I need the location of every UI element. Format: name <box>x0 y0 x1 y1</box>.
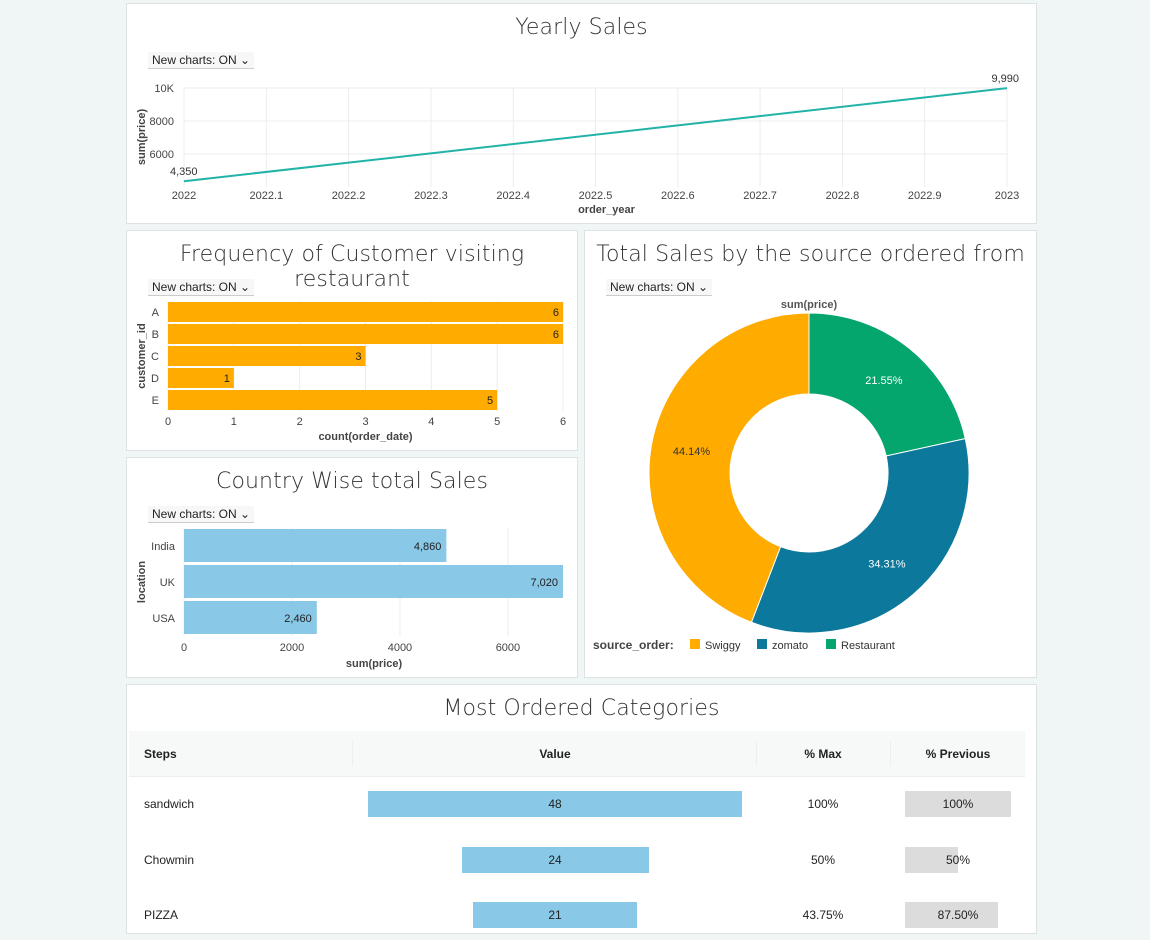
x-tick-label: 6000 <box>496 642 520 654</box>
x-tick-label: 2022.1 <box>249 190 283 202</box>
y-tick-label: A <box>152 307 160 319</box>
bar-value-label: 1 <box>224 373 230 385</box>
y-tick-label: 10K <box>154 83 174 95</box>
table-header-cell[interactable]: Value <box>495 747 615 761</box>
yearly-sales-chart: 2022 2022.1 2022.2 2022.3 2022.4 2022.5 2022.6… <box>136 73 1019 216</box>
value-cell: 21 <box>548 908 562 922</box>
bar <box>184 565 563 598</box>
table-row: PIZZA 21 43.75% 87.50% <box>127 900 1027 940</box>
x-tick-label: 2 <box>297 416 303 428</box>
table-row: sandwich 48 100% 100% <box>127 789 1027 829</box>
y-tick-label: D <box>151 373 159 385</box>
pct-max-cell: 100% <box>807 797 839 811</box>
legend-swatch <box>757 639 767 649</box>
bar-value-label: 7,020 <box>530 577 558 589</box>
x-axis-label: count(order_date) <box>318 431 412 443</box>
x-tick-label: 2022.7 <box>743 190 777 202</box>
x-tick-label: 4000 <box>388 642 412 654</box>
bar <box>184 529 447 562</box>
x-tick-label: 0 <box>181 642 187 654</box>
step-cell: Chowmin <box>144 853 195 867</box>
pct-max-cell: 43.75% <box>802 908 844 922</box>
y-axis-label: customer_id <box>136 323 148 388</box>
country-chart: 0 2000 4000 6000 India 4,860 UK 7,020 USA 2,460 su… <box>136 528 563 670</box>
table-row: Chowmin 24 50% 50% <box>127 845 1027 885</box>
value-cell: 48 <box>548 797 562 811</box>
y-tick-label: UK <box>160 577 176 589</box>
legend-swatch <box>690 639 700 649</box>
pct-previous-cell: 50% <box>945 853 971 867</box>
legend-label: Restaurant <box>841 640 895 652</box>
bar <box>168 390 498 410</box>
slice-label: 21.55% <box>865 375 903 387</box>
bar-value-label: 5 <box>487 395 493 407</box>
x-tick-label: 2022 <box>172 190 196 202</box>
frequency-chart: 0 1 2 3 4 5 6 A 6 B 6 C 3 D 1 E 5 count(order_date) custom… <box>136 301 566 443</box>
y-tick-label: 6000 <box>150 149 174 161</box>
x-tick-label: 1 <box>231 416 237 428</box>
x-axis-label: order_year <box>578 204 636 216</box>
x-tick-label: 0 <box>165 416 171 428</box>
legend-title: source_order: <box>593 638 674 652</box>
x-tick-label: 2022.5 <box>579 190 613 202</box>
legend-label: Swiggy <box>705 640 741 652</box>
step-cell: sandwich <box>144 797 195 811</box>
country-panel: Country Wise total Sales New charts: ON … <box>126 457 578 678</box>
x-tick-label: 2022.9 <box>908 190 942 202</box>
value-cell: 24 <box>548 853 562 867</box>
x-axis-label: sum(price) <box>346 658 403 670</box>
y-tick-label: B <box>152 329 159 341</box>
y-tick-label: India <box>151 541 176 553</box>
categories-title: Most Ordered Categories <box>443 696 720 721</box>
bar-value-label: 6 <box>553 329 559 341</box>
bar-value-label: 4,860 <box>414 541 442 553</box>
pct-max-cell: 50% <box>810 853 836 867</box>
y-axis-label: sum(price) <box>136 109 148 166</box>
y-tick-label: E <box>152 395 159 407</box>
y-tick-label: 8000 <box>150 116 174 128</box>
categories-panel: Most Ordered Categories Steps Value % Max%… <box>126 684 1037 934</box>
x-tick-label: 6 <box>560 416 566 428</box>
y-axis-label: location <box>136 561 148 603</box>
legend-swatch <box>826 639 836 649</box>
value-title: sum(price) <box>781 299 838 311</box>
source-pie-chart: sum(price) 21.55% 34.31% 44.14% source_order… <box>593 299 970 652</box>
x-tick-label: 4 <box>428 416 434 428</box>
x-tick-label: 2022.2 <box>332 190 366 202</box>
bar-value-label: 3 <box>355 351 361 363</box>
x-tick-label: 2022.3 <box>414 190 448 202</box>
x-tick-label: 2022.8 <box>826 190 860 202</box>
x-tick-label: 2000 <box>280 642 304 654</box>
frequency-panel: Frequency of Customer visiting restauran… <box>126 230 578 451</box>
bar-value-label: 2,460 <box>284 613 312 625</box>
table-header-cell[interactable]: Steps <box>144 747 177 761</box>
y-tick-label: USA <box>152 613 175 625</box>
bar <box>168 324 563 344</box>
slice-label: 44.14% <box>673 446 711 458</box>
y-tick-label: C <box>151 351 159 363</box>
yearly-sales-panel: Yearly Sales New charts: ON ⌄ 2022 2022.1… <box>126 3 1037 224</box>
pie-slice <box>750 437 970 634</box>
x-tick-label: 5 <box>494 416 500 428</box>
pct-previous-cell: 87.50% <box>937 908 979 922</box>
slice-label: 34.31% <box>868 559 906 571</box>
x-tick-label: 2022.4 <box>496 190 530 202</box>
legend-label: zomato <box>772 640 808 652</box>
x-tick-label: 2023 <box>995 190 1019 202</box>
bar-value-label: 6 <box>553 307 559 319</box>
bar <box>168 346 366 366</box>
x-tick-label: 2022.6 <box>661 190 695 202</box>
pct-previous-cell: 100% <box>942 797 974 811</box>
point-label: 4,350 <box>170 166 198 178</box>
step-cell: PIZZA <box>144 908 179 922</box>
bar <box>168 302 563 322</box>
source-panel: Total Sales by the source ordered from N… <box>584 230 1037 678</box>
table-header-cell[interactable]: % Max <box>763 747 883 761</box>
x-tick-label: 3 <box>362 416 368 428</box>
point-label: 9,990 <box>991 73 1019 85</box>
table-header-cell[interactable]: % Previous <box>898 747 1018 761</box>
